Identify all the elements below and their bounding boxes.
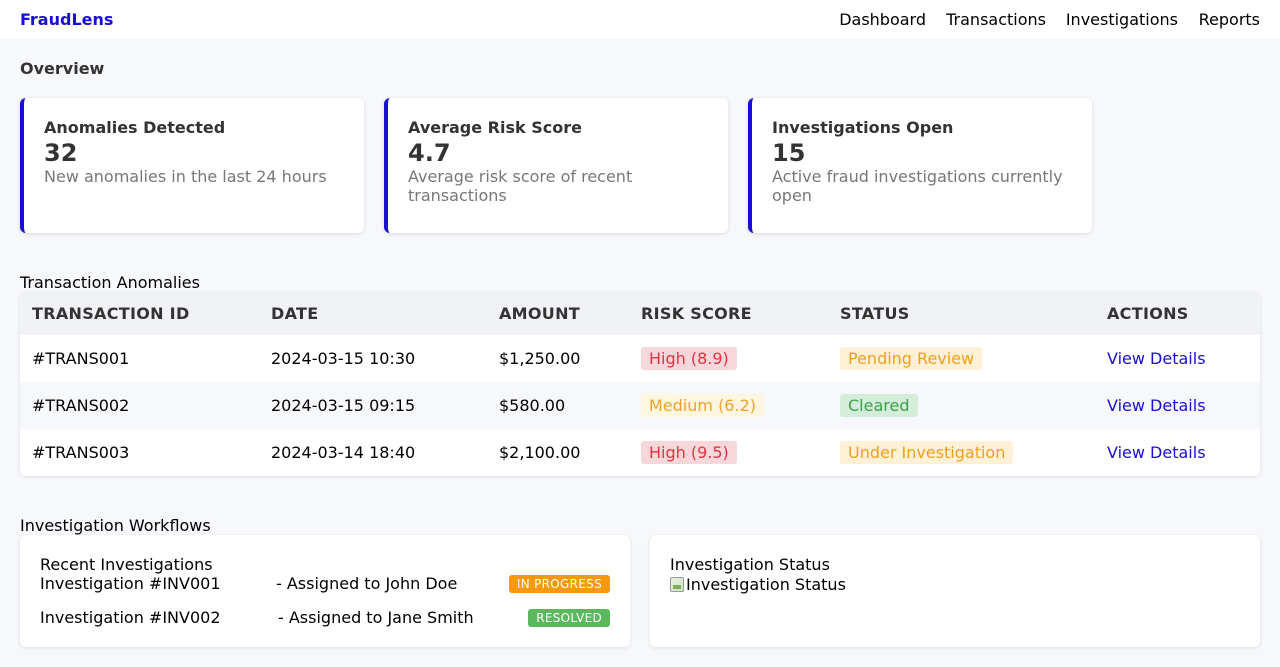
column-header: ACTIONS — [1095, 292, 1260, 335]
stat-card-value: 4.7 — [408, 139, 451, 167]
investigation-assignee: - Assigned to John Doe — [276, 574, 458, 593]
column-header: RISK SCORE — [629, 292, 828, 335]
stat-card-title: Anomalies Detected — [44, 118, 226, 137]
stat-card-value: 15 — [772, 139, 806, 167]
transaction-date: 2024-03-14 18:40 — [271, 443, 416, 462]
recent-investigations-panel: Recent Investigations Investigation #INV… — [20, 535, 630, 647]
overview-heading: Overview — [20, 59, 105, 78]
investigation-status-title: Investigation Status — [670, 555, 830, 574]
stat-card-title: Average Risk Score — [408, 118, 582, 137]
stat-card-description: New anomalies in the last 24 hours — [44, 167, 327, 186]
top-navbar: FraudLens Dashboard Transactions Investi… — [0, 0, 1280, 39]
column-header: AMOUNT — [487, 292, 629, 335]
column-header: DATE — [259, 292, 487, 335]
anomalies-table: TRANSACTION ID DATE AMOUNT RISK SCORE ST… — [20, 292, 1260, 476]
status-badge: Under Investigation — [840, 441, 1014, 464]
actions-cell: View Details — [1095, 335, 1260, 382]
stat-card-description: Active fraud investigations currently op… — [772, 167, 1063, 205]
stat-card-risk-score: Average Risk Score 4.7 Average risk scor… — [384, 98, 728, 233]
table-row: #TRANS002 2024-03-15 09:15 $580.00 Mediu… — [20, 382, 1260, 429]
stat-card-anomalies: Anomalies Detected 32 New anomalies in t… — [20, 98, 364, 233]
investigation-status-image: Investigation Status — [670, 574, 846, 594]
risk-score-badge: High (8.9) — [641, 347, 737, 370]
transaction-amount: $580.00 — [487, 382, 629, 429]
investigation-item[interactable]: Investigation #INV001 - Assigned to John… — [40, 574, 610, 594]
view-details-link[interactable]: View Details — [1107, 396, 1206, 415]
stat-card-title: Investigations Open — [772, 118, 954, 137]
view-details-link[interactable]: View Details — [1107, 349, 1206, 368]
status-cell: Pending Review — [828, 335, 1095, 382]
risk-score-cell: High (9.5) — [629, 429, 828, 476]
broken-image-icon — [670, 576, 684, 592]
transaction-date: 2024-03-15 10:30 — [271, 349, 416, 368]
workflows-heading: Investigation Workflows — [20, 516, 211, 535]
column-header: STATUS — [828, 292, 1095, 335]
image-alt-text: Investigation Status — [686, 574, 846, 594]
status-badge: Cleared — [840, 394, 918, 417]
nav-link-dashboard[interactable]: Dashboard — [839, 10, 926, 29]
risk-score-badge: Medium (6.2) — [641, 394, 764, 417]
status-badge: Pending Review — [840, 347, 983, 370]
investigation-item[interactable]: Investigation #INV002 - Assigned to Jane… — [40, 608, 610, 628]
nav-link-investigations[interactable]: Investigations — [1066, 10, 1178, 29]
table-row: #TRANS003 2024-03-14 18:40 $2,100.00 Hig… — [20, 429, 1260, 476]
anomalies-heading: Transaction Anomalies — [20, 273, 200, 292]
risk-score-cell: Medium (6.2) — [629, 382, 828, 429]
transaction-id: #TRANS002 — [20, 382, 259, 429]
brand-logo[interactable]: FraudLens — [20, 10, 113, 29]
transaction-amount: $2,100.00 — [499, 443, 581, 462]
investigation-name: Investigation #INV001 — [40, 574, 221, 593]
actions-cell: View Details — [1095, 429, 1260, 476]
investigation-assignee: - Assigned to Jane Smith — [278, 608, 474, 627]
column-header: TRANSACTION ID — [20, 292, 259, 335]
stat-card-investigations: Investigations Open 15 Active fraud inve… — [748, 98, 1092, 233]
risk-score-badge: High (9.5) — [641, 441, 737, 464]
transaction-amount: $1,250.00 — [499, 349, 581, 368]
transaction-id: #TRANS001 — [32, 349, 130, 368]
view-details-link[interactable]: View Details — [1107, 443, 1206, 462]
investigation-name: Investigation #INV002 — [40, 608, 221, 627]
transaction-id: #TRANS003 — [32, 443, 130, 462]
transaction-date: 2024-03-15 09:15 — [259, 382, 487, 429]
nav-link-reports[interactable]: Reports — [1199, 10, 1260, 29]
stat-card-value: 32 — [44, 139, 78, 167]
stat-card-description: Average risk score of recent transaction… — [408, 167, 633, 205]
status-cell: Under Investigation — [828, 429, 1095, 476]
status-badge-resolved: RESOLVED — [528, 609, 610, 627]
nav-link-transactions[interactable]: Transactions — [946, 10, 1046, 29]
actions-cell: View Details — [1095, 382, 1260, 429]
recent-investigations-title: Recent Investigations — [40, 555, 213, 574]
table-row: #TRANS001 2024-03-15 10:30 $1,250.00 Hig… — [20, 335, 1260, 382]
status-cell: Cleared — [828, 382, 1095, 429]
risk-score-cell: High (8.9) — [629, 335, 828, 382]
investigation-status-panel: Investigation Status Investigation Statu… — [650, 535, 1260, 647]
table-header-row: TRANSACTION ID DATE AMOUNT RISK SCORE ST… — [20, 292, 1260, 335]
status-badge-in-progress: IN PROGRESS — [508, 575, 610, 593]
